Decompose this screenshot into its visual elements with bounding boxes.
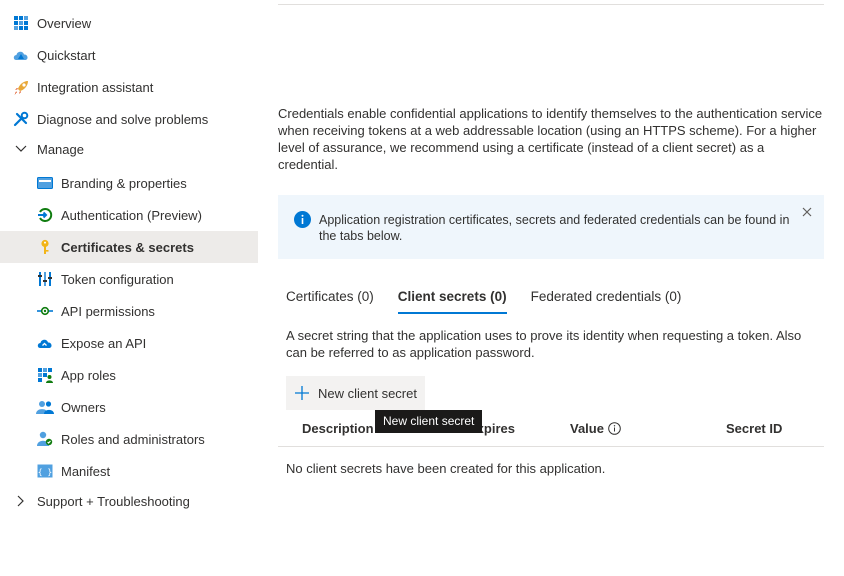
info-icon [294,211,311,228]
manifest-brackets-icon: { } [36,462,54,480]
sidebar-item-app-roles[interactable]: App roles [0,359,258,391]
sidebar-item-token-configuration[interactable]: Token configuration [0,263,258,295]
sidebar-item-diagnose[interactable]: Diagnose and solve problems [0,103,258,135]
sidebar-item-api-permissions[interactable]: API permissions [0,295,258,327]
sidebar-item-label: Roles and administrators [61,431,205,447]
sidebar-item-label: Quickstart [37,47,96,63]
tooltip: New client secret [375,410,483,433]
sidebar-item-quickstart[interactable]: Quickstart [0,39,258,71]
sidebar-item-label: Owners [61,399,106,415]
tab-federated-credentials[interactable]: Federated credentials (0) [531,287,682,313]
column-header-description[interactable]: Description [302,421,374,436]
secrets-table-header: Description Expires Value Secret ID [278,412,824,447]
info-banner: Application registration certificates, s… [278,195,824,259]
sidebar-nav: Overview Quickstart Integration assistan… [0,0,258,576]
credentials-tabs: Certificates (0) Client secrets (0) Fede… [286,287,705,315]
chevron-down-icon [12,140,30,158]
token-bars-icon [36,270,54,288]
branding-card-icon [36,174,54,192]
authentication-arrow-icon [36,206,54,224]
sidebar-group-support[interactable]: Support + Troubleshooting [0,485,258,517]
sidebar-item-authentication[interactable]: Authentication (Preview) [0,199,258,231]
credentials-intro-text: Credentials enable confidential applicat… [278,106,823,172]
owners-people-icon [36,398,54,416]
sidebar-item-expose-api[interactable]: Expose an API [0,327,258,359]
sidebar-item-label: API permissions [61,303,155,319]
sidebar-item-manifest[interactable]: { } Manifest [0,455,258,487]
wrench-icon [12,110,30,128]
sidebar-item-label: Token configuration [61,271,174,287]
sidebar-item-label: Integration assistant [37,79,154,95]
sidebar-item-label: Support + Troubleshooting [37,493,190,509]
sidebar-item-overview[interactable]: Overview [0,7,258,39]
close-icon[interactable] [800,205,814,219]
column-header-secret-id[interactable]: Secret ID [726,421,782,436]
column-header-value-label: Value [570,421,604,436]
sidebar-item-certificates-secrets[interactable]: Certificates & secrets [0,231,258,263]
new-client-secret-label: New client secret [318,385,417,401]
roles-admin-person-icon [36,430,54,448]
overview-grid-icon [12,14,30,32]
client-secret-description: A secret string that the application use… [286,328,802,360]
new-client-secret-button[interactable]: New client secret [286,376,425,410]
empty-state-message: No client secrets have been created for … [286,461,606,476]
column-header-value[interactable]: Value [570,421,621,436]
sidebar-item-label: Overview [37,15,92,31]
app-roles-grid-icon [36,366,54,384]
sidebar-item-integration-assistant[interactable]: Integration assistant [0,71,258,103]
sidebar-item-label: Diagnose and solve problems [37,111,209,127]
quickstart-cloud-icon [12,46,30,64]
sidebar-item-owners[interactable]: Owners [0,391,258,423]
sidebar-item-label: Authentication (Preview) [61,207,202,223]
sidebar-item-label: Certificates & secrets [61,239,194,255]
info-circle-icon[interactable] [608,422,621,435]
sidebar-item-label: Manage [37,141,84,157]
main-content: Credentials enable confidential applicat… [278,0,824,576]
divider [278,4,824,5]
tab-certificates[interactable]: Certificates (0) [286,287,374,313]
sidebar-item-label: App roles [61,367,116,383]
sidebar-item-label: Branding & properties [61,175,187,191]
plus-icon [294,385,310,401]
sidebar-group-manage[interactable]: Manage [0,133,258,165]
sidebar-item-branding[interactable]: Branding & properties [0,167,258,199]
sidebar-item-label: Expose an API [61,335,147,351]
expose-api-cloud-icon [36,334,54,352]
sidebar-item-roles-administrators[interactable]: Roles and administrators [0,423,258,455]
svg-text:{ }: { } [38,468,52,477]
api-permissions-icon [36,302,54,320]
key-icon [36,238,54,256]
rocket-icon [12,78,30,96]
chevron-right-icon [12,492,30,510]
info-banner-text: Application registration certificates, s… [319,213,790,243]
tab-client-secrets[interactable]: Client secrets (0) [397,287,507,314]
sidebar-item-label: Manifest [61,463,111,479]
